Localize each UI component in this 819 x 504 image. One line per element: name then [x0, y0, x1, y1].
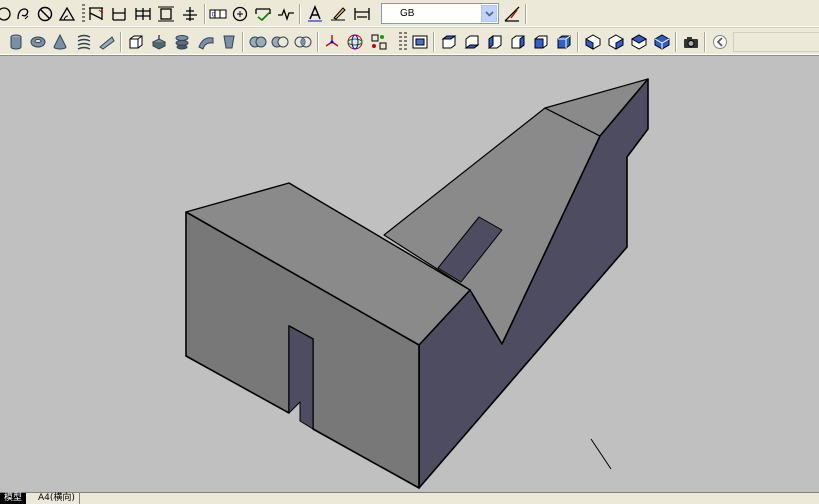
sweep-icon[interactable] — [196, 32, 216, 52]
tab-model[interactable]: 模型 — [0, 493, 27, 504]
front-view-icon[interactable] — [531, 32, 551, 52]
toolbar-separator — [242, 32, 244, 52]
dim-style-icon[interactable] — [502, 4, 522, 24]
loft-icon[interactable] — [219, 32, 239, 52]
ucs-line — [590, 438, 612, 470]
toolbar-separator — [525, 4, 527, 24]
toolbar-spacer — [733, 32, 819, 52]
box-icon[interactable] — [126, 32, 146, 52]
tab-layout1-label: A4(横向) — [38, 493, 75, 503]
dim-style-value: GB — [400, 8, 415, 19]
back-view-icon[interactable] — [554, 32, 574, 52]
cad-window: 0 GB 模型 A4(横向) — [0, 0, 819, 504]
toolbar-separator — [204, 4, 206, 24]
subtract-icon[interactable] — [270, 32, 290, 52]
3d-move-icon[interactable] — [322, 32, 342, 52]
tab-model-label: 模型 — [4, 493, 23, 503]
helix-icon[interactable] — [74, 32, 94, 52]
toolbar-separator — [704, 32, 706, 52]
union-icon[interactable] — [248, 32, 268, 52]
toolbar-grip[interactable] — [399, 32, 402, 52]
dim-jog-icon[interactable] — [276, 4, 296, 24]
dim-style-dropdown[interactable]: GB — [381, 3, 499, 24]
toolbar-separator — [675, 32, 677, 52]
dim-update-icon[interactable] — [352, 4, 372, 24]
cylinder-icon[interactable] — [6, 32, 26, 52]
center-mark-icon[interactable] — [230, 4, 250, 24]
left-view-icon[interactable] — [485, 32, 505, 52]
modeling-toolbar — [0, 28, 819, 56]
linear-dim-icon[interactable] — [86, 4, 106, 24]
no-entry-icon[interactable] — [35, 4, 55, 24]
notch-inner-face — [288, 325, 314, 430]
aligned-dim-icon[interactable] — [109, 4, 129, 24]
intersect-icon[interactable] — [293, 32, 313, 52]
svg-text:0: 0 — [212, 12, 216, 19]
revolve-icon[interactable] — [172, 32, 192, 52]
3d-align-icon[interactable] — [369, 32, 389, 52]
chevron-down-icon[interactable] — [481, 5, 497, 22]
torus-icon[interactable] — [28, 32, 48, 52]
dimension-toolbar: 0 GB — [0, 0, 819, 28]
right-view-icon[interactable] — [508, 32, 528, 52]
drawing-viewport[interactable] — [0, 56, 819, 492]
toolbar-separator — [120, 32, 122, 52]
ne-iso-icon[interactable] — [629, 32, 649, 52]
tab-layout1[interactable]: A4(横向) — [34, 493, 80, 504]
toolbar-grip[interactable] — [404, 32, 407, 52]
extrude-icon[interactable] — [149, 32, 169, 52]
continue-dim-icon[interactable] — [156, 4, 176, 24]
toolbar-separator — [433, 32, 435, 52]
back-arrow-icon[interactable] — [710, 32, 730, 52]
sw-iso-icon[interactable] — [583, 32, 603, 52]
tolerance-icon[interactable]: 0 — [208, 4, 228, 24]
cone-icon[interactable] — [50, 32, 70, 52]
toolbar-separator — [577, 32, 579, 52]
circle-icon[interactable] — [0, 4, 14, 24]
dim-edit-icon[interactable] — [253, 4, 273, 24]
se-iso-icon[interactable] — [606, 32, 626, 52]
angle-icon[interactable] — [57, 4, 77, 24]
dim-text-edit-icon[interactable] — [328, 4, 348, 24]
baseline-dim-icon[interactable] — [133, 4, 153, 24]
spiral-arc-icon[interactable] — [13, 4, 33, 24]
wedge-icon[interactable] — [97, 32, 117, 52]
toolbar-grip[interactable] — [82, 4, 85, 24]
bottom-view-icon[interactable] — [462, 32, 482, 52]
text-style-icon[interactable] — [305, 4, 325, 24]
toolbar-separator — [317, 32, 319, 52]
layout-tab-bar: 模型 A4(横向) — [0, 492, 819, 504]
named-views-icon[interactable] — [410, 32, 430, 52]
nw-iso-icon[interactable] — [652, 32, 672, 52]
camera-icon[interactable] — [681, 32, 701, 52]
ordinate-dim-icon[interactable] — [180, 4, 200, 24]
3d-model-view — [185, 78, 649, 489]
top-view-icon[interactable] — [439, 32, 459, 52]
toolbar-separator — [299, 4, 301, 24]
3d-rotate-icon[interactable] — [345, 32, 365, 52]
